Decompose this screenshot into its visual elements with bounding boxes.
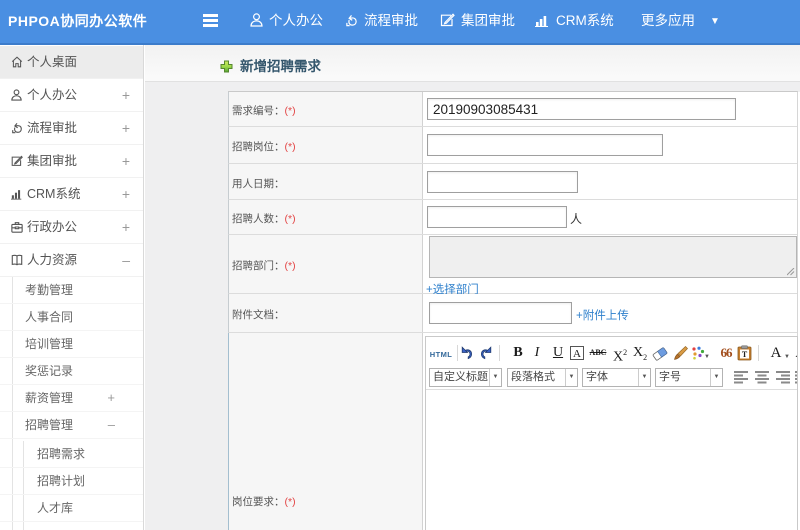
svg-text:T: T (741, 350, 747, 359)
